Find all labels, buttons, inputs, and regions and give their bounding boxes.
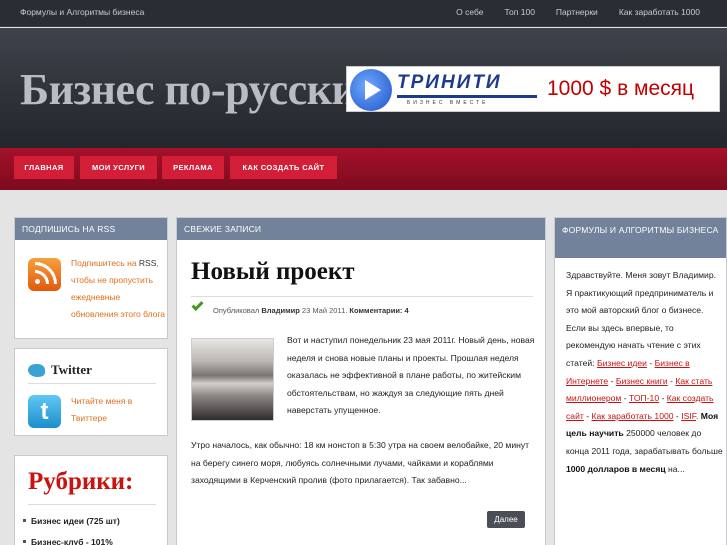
post-title[interactable]: Новый проект [191, 258, 355, 286]
main-nav: Главная Мои услуги Реклама Как создать с… [0, 148, 727, 190]
banner-offer: 1000 $ в месяц [547, 77, 695, 100]
twitter-bird-icon [28, 363, 45, 377]
post-author[interactable]: Владимир [261, 306, 299, 315]
link-business-ideas[interactable]: Бизнес идеи [597, 358, 647, 368]
nav-home[interactable]: Главная [14, 156, 74, 179]
twitter-icon[interactable]: t [28, 395, 61, 428]
link-earn-1000[interactable]: Как заработать 1000 [591, 411, 673, 421]
twitter-heading-text: Twitter [51, 362, 92, 377]
twitter-widget: Twitter t Читайте меня в Твиттере [14, 348, 168, 436]
read-more-button[interactable]: Далее [487, 511, 525, 528]
post-date: 23 Май 2011. [301, 306, 348, 315]
post-excerpt-continued: Утро началось, как обычно: 18 км нонстоп… [191, 440, 530, 486]
goal-bold: 1000 долларов в месяц [566, 463, 666, 474]
top-nav-about[interactable]: О себе [456, 7, 483, 17]
link-isif[interactable]: ISIF [681, 411, 696, 421]
categories-title: Рубрики: [28, 468, 134, 495]
play-icon [350, 69, 392, 111]
banner-tagline: БИЗНЕС ВМЕСТЕ [407, 100, 489, 106]
site-title-link[interactable]: Формулы и Алгоритмы бизнеса [20, 7, 144, 17]
nav-create-site[interactable]: Как создать сайт [230, 156, 337, 179]
divider [28, 383, 156, 384]
rss-label[interactable]: RSS [139, 258, 156, 268]
post-excerpt: Вот и наступил понедельник 23 мая 2011г.… [287, 335, 535, 416]
rss-widget-title: Подпишись на RSS [15, 218, 167, 240]
recent-posts-title: Свежие записи [177, 218, 545, 240]
categories-widget: Рубрики: Бизнес идеи (725 шт) Бизнес-клу… [14, 455, 168, 545]
link-business-books[interactable]: Бизнес книги [616, 376, 668, 386]
top-nav-partners[interactable]: Партнерки [556, 7, 598, 17]
top-bar: Формулы и Алгоритмы бизнеса О себе Топ 1… [0, 0, 727, 27]
nav-services[interactable]: Мои услуги [80, 156, 157, 179]
nav-advertising[interactable]: Реклама [162, 156, 224, 179]
recent-posts: Свежие записи Новый проект Опубликовал В… [176, 217, 546, 545]
banner-brand: ТРИНИТИ [397, 72, 502, 93]
top-nav: О себе Топ 100 Партнерки Как заработать … [456, 7, 700, 17]
about-widget-title: Формулы и Алгоритмы бизнеса [555, 218, 726, 258]
link-top10[interactable]: ТОП-10 [629, 393, 659, 403]
site-logo[interactable]: Бизнес по-русски [20, 64, 357, 115]
post-thumbnail[interactable] [191, 338, 274, 421]
about-widget: Формулы и Алгоритмы бизнеса Здравствуйте… [554, 217, 727, 545]
rss-subscribe-text: Подпишитесь на RSS, чтобы не пропустить … [71, 255, 167, 323]
post-comments-count[interactable]: 4 [405, 306, 409, 315]
rss-subscribe-link[interactable]: Подпишитесь на [71, 258, 137, 268]
post-comments-label[interactable]: Комментарии: [349, 306, 402, 315]
category-item[interactable]: Бизнес идеи (725 шт) [23, 516, 120, 526]
rss-icon[interactable] [28, 258, 61, 291]
ad-banner[interactable]: ТРИНИТИ БИЗНЕС ВМЕСТЕ 1000 $ в месяц [346, 66, 720, 112]
checkmark-icon [191, 298, 204, 312]
goal-tail: на... [668, 463, 685, 474]
divider [28, 504, 156, 505]
banner-divider [397, 95, 537, 98]
divider [191, 296, 533, 297]
category-item[interactable]: Бизнес-клуб - 101% [23, 537, 113, 545]
about-intro: Здравствуйте. Меня зовут Владимир. Я пра… [566, 270, 716, 368]
twitter-heading: Twitter [28, 362, 92, 378]
top-nav-earn-1000[interactable]: Как заработать 1000 [619, 7, 700, 17]
post-meta-prefix: Опубликовал [213, 306, 260, 315]
post-meta: Опубликовал Владимир 23 Май 2011. Коммен… [213, 306, 409, 315]
about-text: Здравствуйте. Меня зовут Владимир. Я пра… [566, 270, 723, 474]
rss-widget: Подпишись на RSS Подпишитесь на RSS, что… [14, 217, 168, 339]
twitter-follow-link[interactable]: Читайте меня в Твиттере [71, 393, 165, 427]
top-nav-top100[interactable]: Топ 100 [505, 7, 535, 17]
